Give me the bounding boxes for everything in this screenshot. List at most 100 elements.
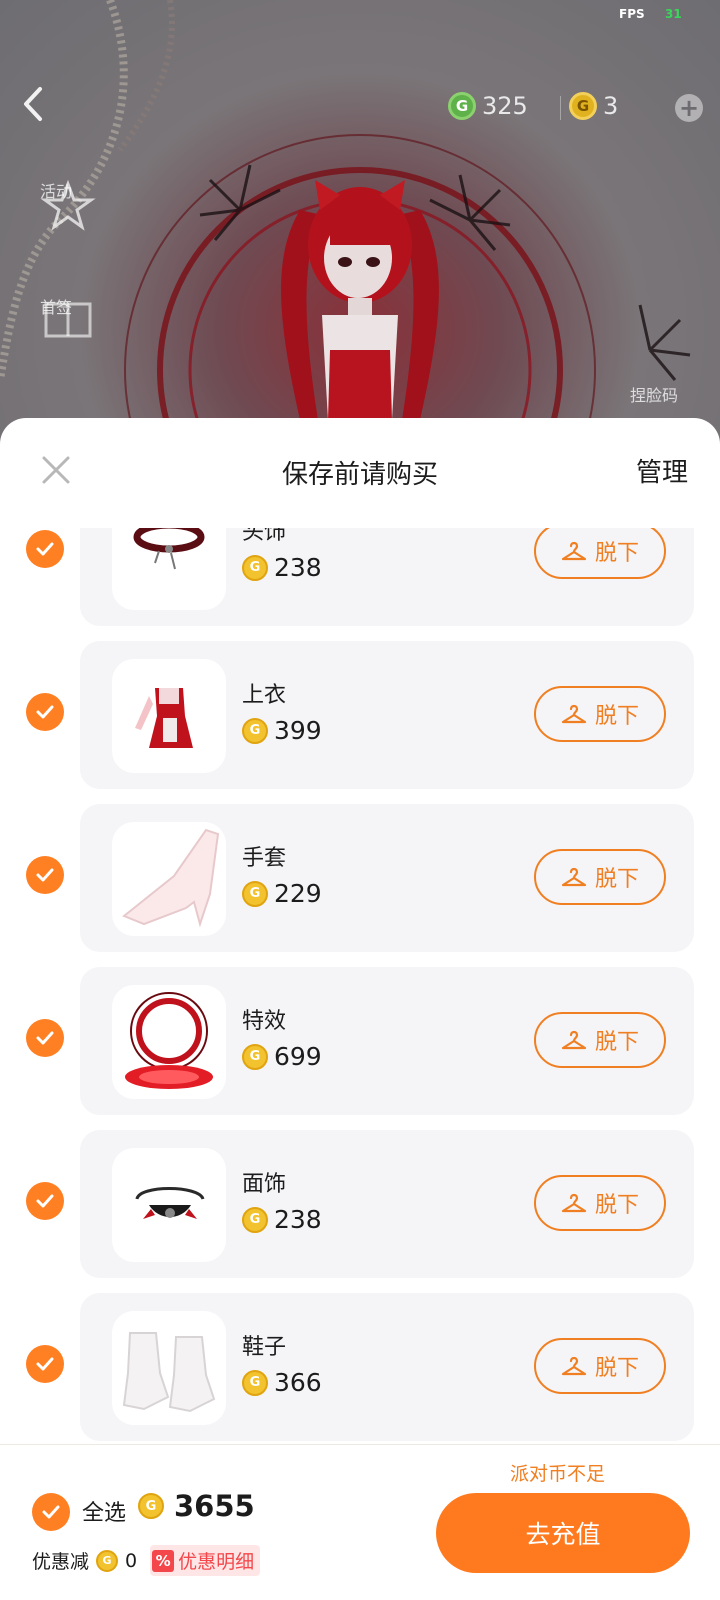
list-item: 上衣 G 399 脱下: [0, 641, 720, 804]
select-all-label[interactable]: 全选: [82, 1495, 126, 1527]
diamond-balance[interactable]: G 3: [569, 92, 618, 120]
item-price-value: 238: [274, 553, 322, 582]
item-checkbox[interactable]: [26, 530, 64, 568]
effect-thumbnail[interactable]: [112, 985, 226, 1099]
item-price-value: 238: [274, 1205, 322, 1234]
select-all-checkbox[interactable]: [32, 1493, 70, 1531]
item-checkbox[interactable]: [26, 693, 64, 731]
take-off-button[interactable]: 脱下: [534, 1338, 666, 1394]
checkmark-icon: [36, 542, 54, 556]
choker-thumbnail[interactable]: [112, 528, 226, 610]
manage-button[interactable]: 管理: [636, 452, 688, 489]
face-code-entry[interactable]: 捏脸码: [630, 352, 678, 406]
gift-entry[interactable]: 首签: [40, 294, 92, 338]
back-button[interactable]: [22, 86, 56, 130]
item-list[interactable]: 头饰 G 238 脱下 上衣 G 399 脱下 手套 G 229 脱下 特效 G 699 脱下 面饰 G 238 脱下…: [0, 528, 720, 1560]
checkmark-icon: [36, 705, 54, 719]
coin-icon: G: [242, 717, 268, 744]
hanger-icon: [561, 541, 587, 561]
percent-icon: %: [152, 1549, 175, 1572]
discount-label: 优惠减: [32, 1551, 90, 1573]
coin-balance[interactable]: G 325: [448, 92, 528, 120]
purchase-sheet: 保存前请购买 管理 头饰 G 238 脱下 上衣 G 399 脱下 手套 G 229 脱下 特效 G 699…: [0, 418, 720, 1600]
shoes-thumbnail[interactable]: [112, 1311, 226, 1425]
list-item: 鞋子 G 366 脱下: [0, 1293, 720, 1456]
take-off-button[interactable]: 脱下: [534, 849, 666, 905]
face-mask-thumbnail[interactable]: [112, 1148, 226, 1262]
take-off-button[interactable]: 脱下: [534, 686, 666, 742]
item-name: 手套: [242, 846, 287, 871]
fps-value: 31: [665, 7, 682, 21]
take-off-label: 脱下: [594, 867, 639, 892]
checkmark-icon: [36, 1194, 54, 1208]
face-code-label: 捏脸码: [630, 386, 679, 405]
item-price-value: 229: [274, 879, 322, 908]
avatar-illustration: [0, 0, 691, 440]
item-name: 头饰: [242, 528, 287, 545]
take-off-button[interactable]: 脱下: [534, 528, 666, 579]
gold-coin-icon: G: [569, 92, 597, 120]
sheet-header: 保存前请购买 管理: [0, 418, 720, 528]
item-card: 面饰 G 238 脱下: [80, 1130, 694, 1278]
hanger-icon: [561, 1030, 587, 1050]
chevron-left-icon: [24, 87, 42, 121]
fps-label: FPS: [619, 7, 645, 21]
take-off-label: 脱下: [594, 1030, 639, 1055]
hanger-icon: [561, 867, 587, 887]
coin-balance-value: 325: [482, 92, 528, 120]
item-price: G 238: [242, 553, 322, 582]
total-price: G 3655: [138, 1489, 255, 1523]
item-card: 头饰 G 238 脱下: [80, 528, 694, 626]
add-currency-button[interactable]: +: [675, 94, 703, 122]
avatar-scene: FPS 31 G 325 G 3 + 活动 首签 捏脸码: [0, 0, 720, 440]
maid-dress-thumbnail[interactable]: [112, 659, 226, 773]
list-item: 面饰 G 238 脱下: [0, 1130, 720, 1293]
item-name: 面饰: [242, 1172, 287, 1197]
checkmark-icon: [36, 1031, 54, 1045]
item-card: 上衣 G 399 脱下: [80, 641, 694, 789]
item-checkbox[interactable]: [26, 856, 64, 894]
list-item: 特效 G 699 脱下: [0, 967, 720, 1130]
item-price: G 399: [242, 716, 322, 745]
item-card: 特效 G 699 脱下: [80, 967, 694, 1115]
item-price-value: 399: [274, 716, 322, 745]
hanger-icon: [561, 1193, 587, 1213]
item-checkbox[interactable]: [26, 1019, 64, 1057]
checkmark-icon: [36, 868, 54, 882]
glove-thumbnail[interactable]: [112, 822, 226, 936]
discount-row: 优惠减 G 0 % 优惠明细: [32, 1545, 261, 1576]
take-off-label: 脱下: [594, 541, 639, 566]
coin-icon: G: [138, 1493, 164, 1519]
list-item: 头饰 G 238 脱下: [0, 528, 720, 641]
item-price: G 699: [242, 1042, 322, 1071]
hanger-icon: [561, 1356, 587, 1376]
coin-icon: G: [242, 1043, 268, 1070]
coin-icon: G: [242, 554, 268, 581]
take-off-button[interactable]: 脱下: [534, 1175, 666, 1231]
checkmark-icon: [42, 1505, 60, 1519]
item-checkbox[interactable]: [26, 1182, 64, 1220]
item-card: 手套 G 229 脱下: [80, 804, 694, 952]
discount-detail-button[interactable]: % 优惠明细: [150, 1545, 261, 1576]
total-price-value: 3655: [174, 1489, 255, 1523]
take-off-button[interactable]: 脱下: [534, 1012, 666, 1068]
activity-entry[interactable]: 活动: [40, 178, 96, 231]
take-off-label: 脱下: [594, 1193, 639, 1218]
sheet-title: 保存前请购买: [281, 460, 438, 490]
discount-value: 0: [125, 1549, 138, 1572]
take-off-label: 脱下: [594, 1356, 639, 1381]
balance-divider: [560, 96, 561, 120]
coin-icon: G: [242, 1206, 268, 1233]
item-price: G 229: [242, 879, 322, 908]
recharge-button[interactable]: 去充值: [436, 1493, 690, 1573]
checkmark-icon: [36, 1357, 54, 1371]
take-off-label: 脱下: [594, 704, 639, 729]
item-checkbox[interactable]: [26, 1345, 64, 1383]
item-price: G 366: [242, 1368, 322, 1397]
item-price: G 238: [242, 1205, 322, 1234]
coin-icon: G: [448, 92, 476, 120]
checkout-footer: 派对币不足 全选 G 3655 优惠减 G 0 % 优惠明细 去充值: [0, 1444, 720, 1600]
item-card: 鞋子 G 366 脱下: [80, 1293, 694, 1441]
gift-box-icon: [44, 302, 92, 338]
star-icon: [40, 179, 96, 231]
